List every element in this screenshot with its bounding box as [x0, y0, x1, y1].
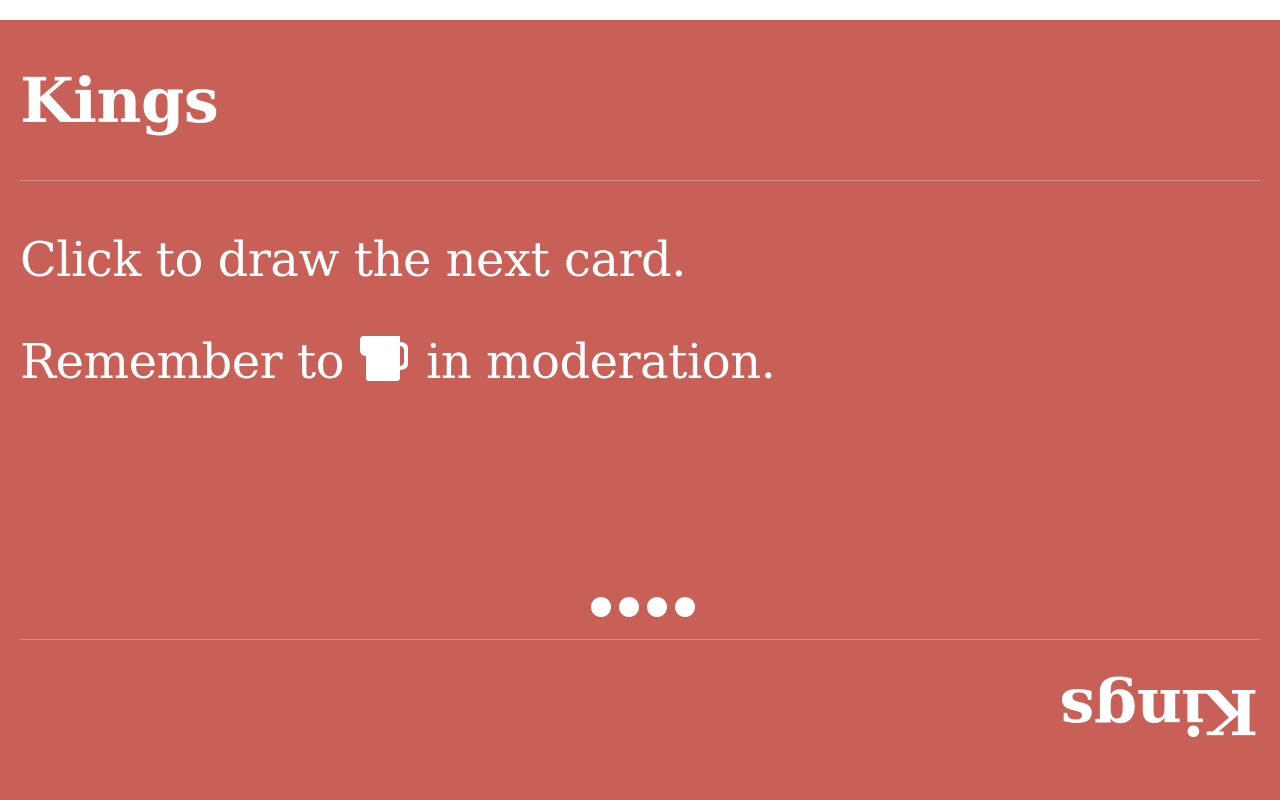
moderation-reminder: Remember to in moderation.: [20, 330, 776, 394]
card-footer-title: Kings: [1059, 675, 1258, 748]
reminder-text-after: in moderation.: [426, 334, 776, 390]
card-title: Kings: [20, 64, 219, 137]
loading-dot: [591, 597, 611, 617]
loading-dots: [591, 597, 695, 617]
top-divider: [20, 180, 1260, 181]
draw-instruction: Click to draw the next card.: [20, 232, 686, 288]
beer-mug-icon: [360, 334, 412, 382]
loading-dot: [647, 597, 667, 617]
reminder-text-before: Remember to: [20, 334, 345, 390]
loading-dot: [619, 597, 639, 617]
loading-dot: [675, 597, 695, 617]
bottom-divider: [20, 639, 1260, 640]
draw-card[interactable]: Kings Click to draw the next card. Remem…: [0, 20, 1280, 800]
